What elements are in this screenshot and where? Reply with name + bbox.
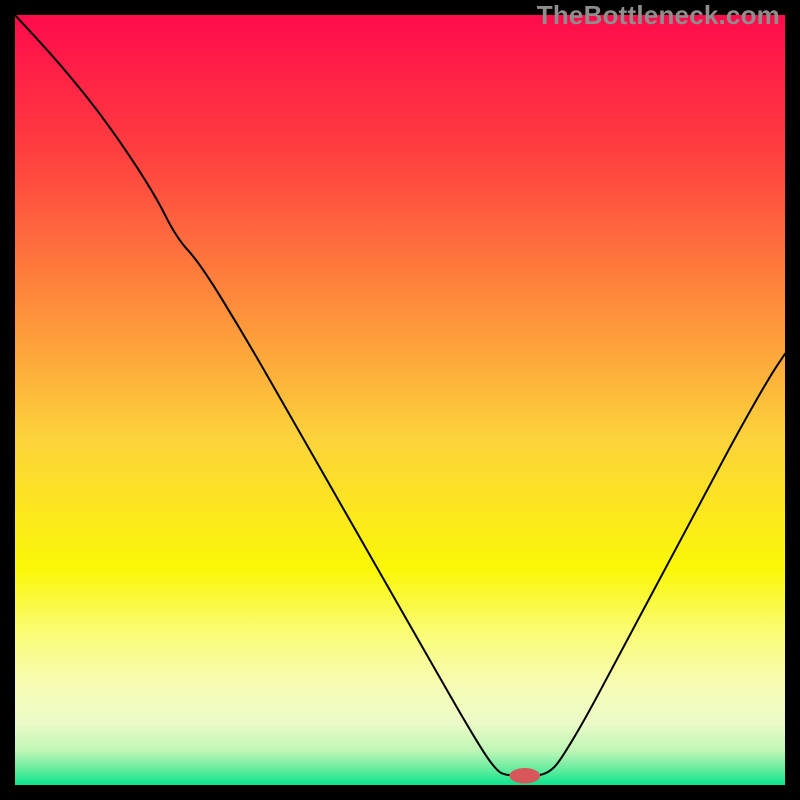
chart-svg: [15, 15, 785, 785]
chart-background: [15, 15, 785, 785]
optimal-point-marker: [509, 768, 540, 783]
watermark-text: TheBottleneck.com: [537, 0, 780, 31]
chart-frame: [15, 15, 785, 785]
